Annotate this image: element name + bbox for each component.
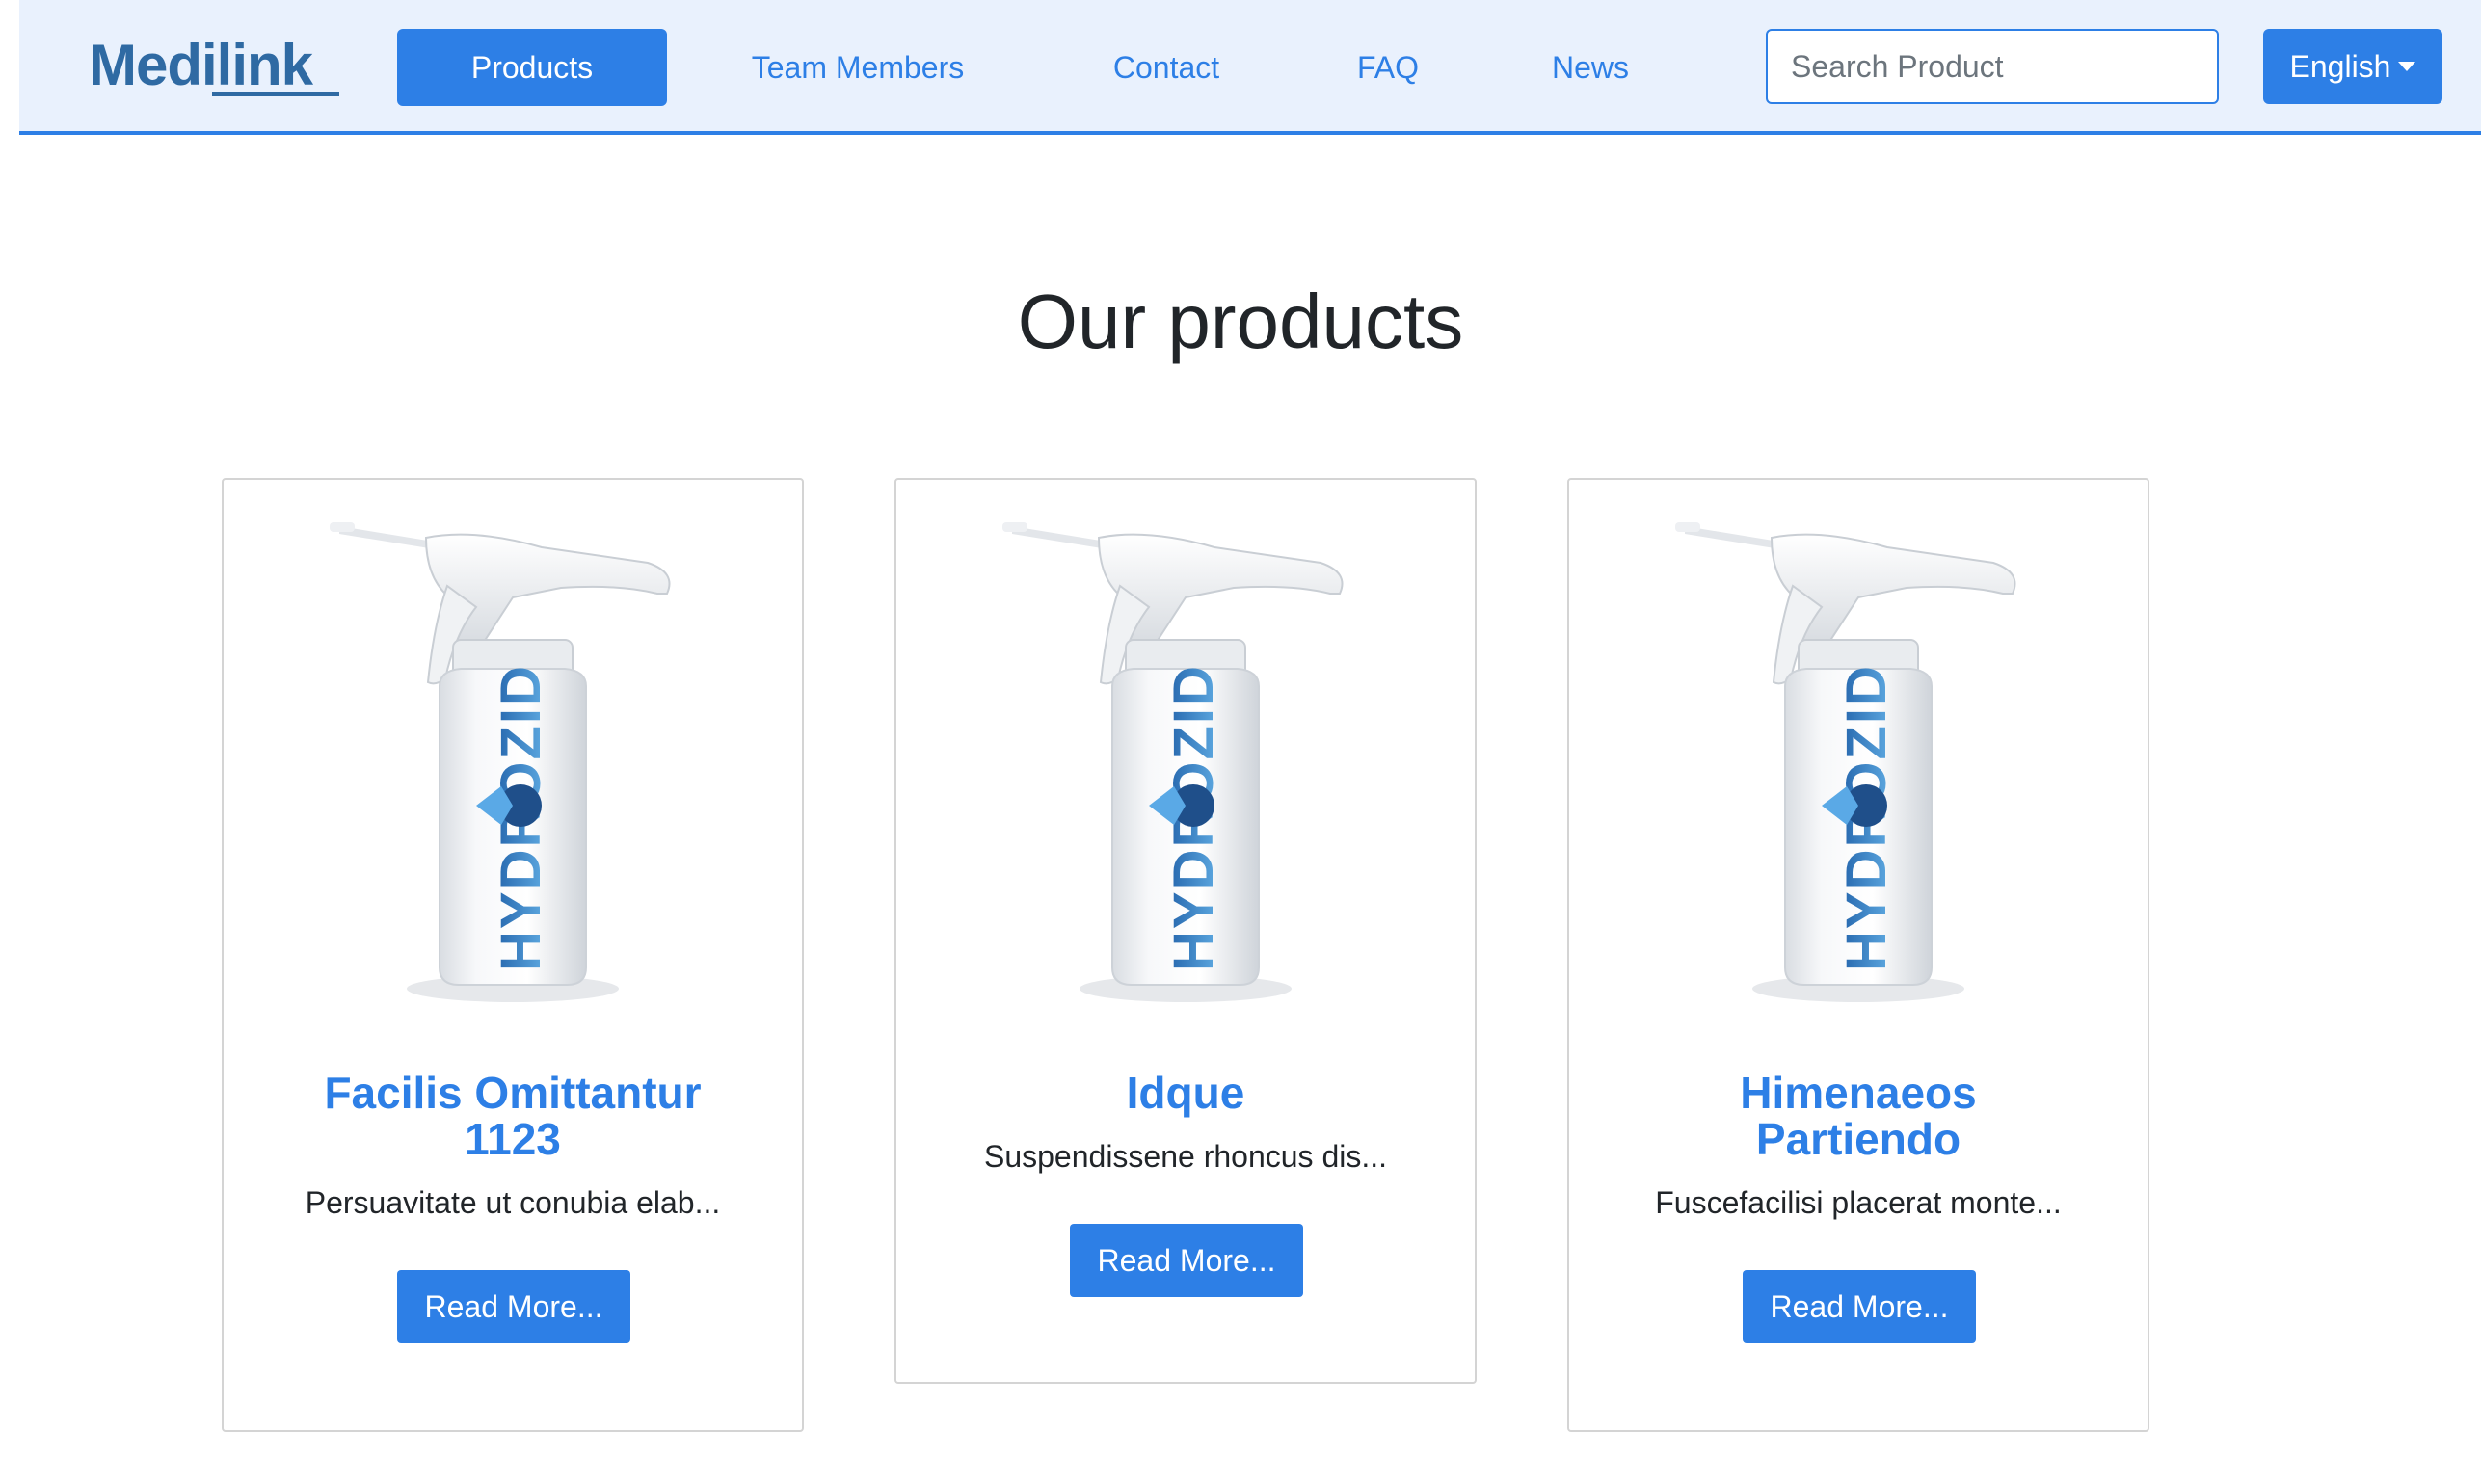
medilink-logo[interactable]: Medilink <box>89 29 339 102</box>
product-card: Himenaeos Partiendo Fuscefacilisi placer… <box>1567 478 2149 1432</box>
language-dropdown[interactable]: English <box>2263 29 2442 104</box>
product-title-line: Facilis Omittantur <box>324 1068 702 1118</box>
product-description: Fuscefacilisi placerat monte... <box>1655 1185 2062 1220</box>
page-title: Our products <box>1017 278 1464 364</box>
product-card: Idque Suspendissene rhoncus dis... Read … <box>894 478 1477 1384</box>
nav-contact[interactable]: Contact <box>1060 29 1272 106</box>
product-title[interactable]: Facilis Omittantur 1123 <box>262 1070 763 1162</box>
product-title-line: 1123 <box>465 1114 561 1164</box>
product-image[interactable] <box>896 480 1475 1020</box>
read-more-button[interactable]: Read More... <box>1070 1224 1303 1297</box>
top-navbar: Medilink Products Team Members Contact F… <box>19 0 2481 135</box>
nav-faq[interactable]: FAQ <box>1311 29 1465 106</box>
product-description: Persuavitate ut conubia elab... <box>305 1185 721 1220</box>
nav-news[interactable]: News <box>1504 29 1677 106</box>
read-more-button[interactable]: Read More... <box>397 1270 630 1343</box>
language-label: English <box>2289 49 2391 84</box>
product-description: Suspendissene rhoncus dis... <box>983 1139 1388 1174</box>
read-more-button[interactable]: Read More... <box>1743 1270 1976 1343</box>
search-product-input[interactable] <box>1766 29 2219 104</box>
product-title-line: Partiendo <box>1755 1114 1961 1164</box>
nav-team-members[interactable]: Team Members <box>723 29 993 106</box>
caret-down-icon <box>2398 61 2416 71</box>
product-title[interactable]: Idque <box>935 1070 1436 1116</box>
product-image[interactable] <box>224 480 802 1020</box>
product-image[interactable] <box>1569 480 2148 1020</box>
product-title-line: Idque <box>1126 1068 1245 1118</box>
product-title-line: Himenaeos <box>1740 1068 1977 1118</box>
nav-products[interactable]: Products <box>397 29 667 106</box>
product-card: Facilis Omittantur 1123 Persuavitate ut … <box>222 478 804 1432</box>
product-title[interactable]: Himenaeos Partiendo <box>1608 1070 2109 1162</box>
logo-underline <box>212 92 339 96</box>
